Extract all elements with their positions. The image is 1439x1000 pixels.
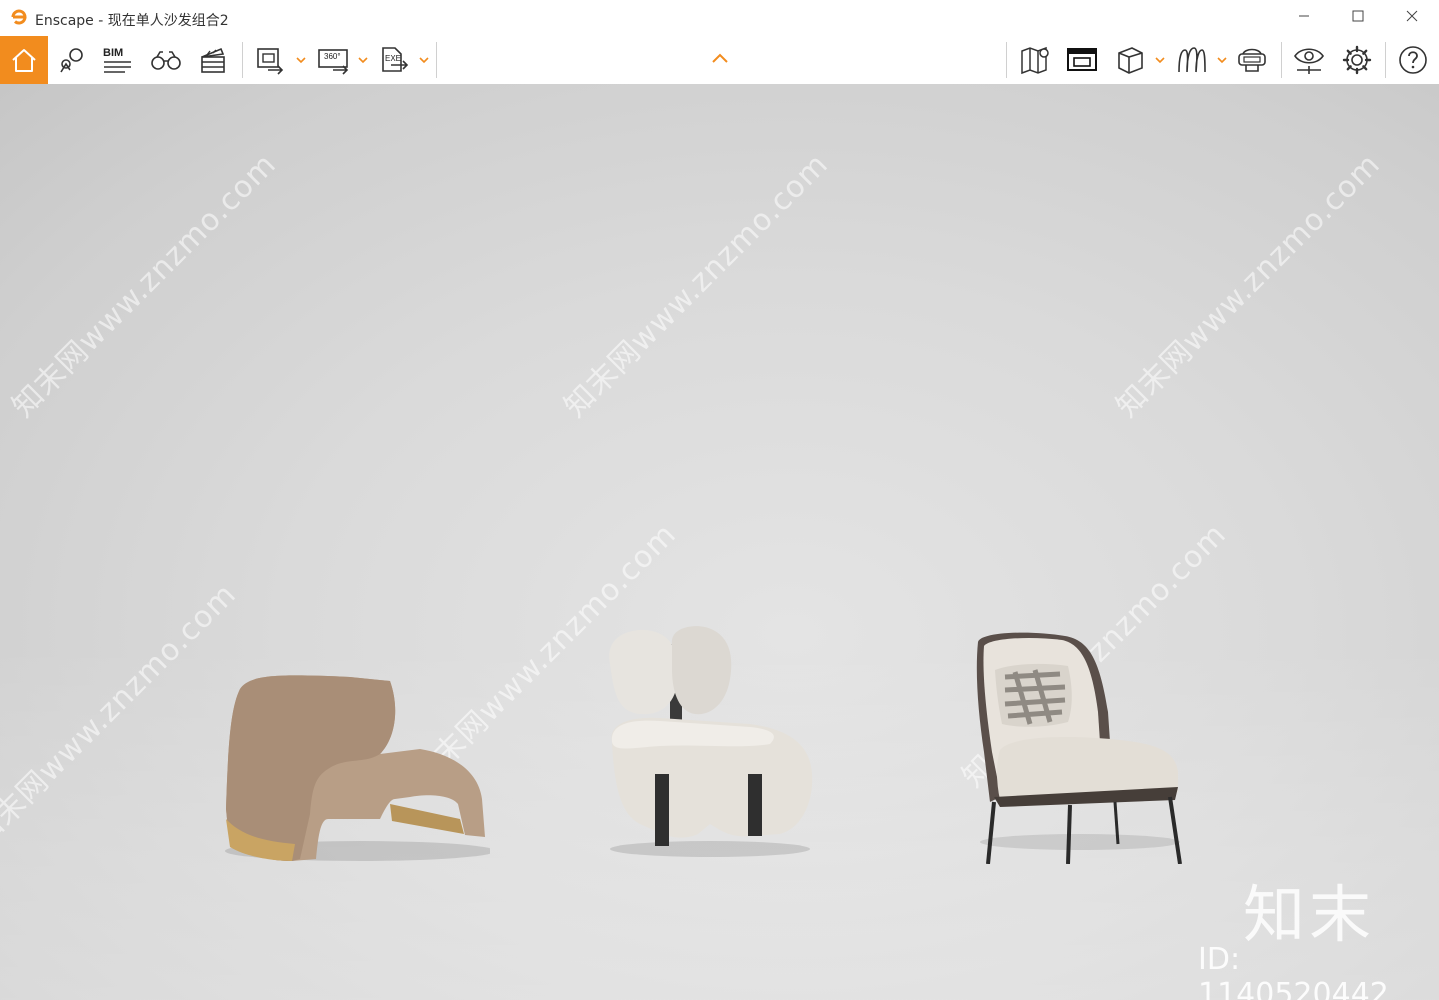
exe-export-icon: EXE (379, 45, 409, 75)
video-editor-button[interactable] (193, 36, 233, 84)
panorama-label: 360° (324, 52, 341, 61)
render-viewport[interactable]: 知末网www.znzmo.com 知末网www.znzmo.com 知末网www… (0, 84, 1439, 1000)
maximize-icon (1352, 9, 1364, 27)
binoculars-icon (149, 48, 183, 72)
toolbar-separator (242, 42, 243, 78)
map-icon (1019, 44, 1053, 76)
visual-settings-icon (1292, 44, 1326, 76)
exe-label: EXE (385, 54, 402, 63)
enscape-logo-icon (10, 8, 28, 26)
asset-library-dropdown[interactable] (1217, 36, 1227, 84)
cube-icon (1114, 44, 1146, 76)
image-id-watermark: ID: 1140520442 (1198, 942, 1389, 1000)
toolbar-separator (1281, 42, 1282, 78)
map-button[interactable] (1016, 36, 1056, 84)
chevron-down-icon (296, 51, 306, 69)
batch-render-icon (254, 45, 286, 75)
brand-watermark: 知末 (1243, 878, 1376, 951)
bim-mode-button[interactable]: BIM (98, 36, 138, 84)
navigation-pin-icon (56, 44, 88, 76)
visual-settings-button[interactable] (1289, 36, 1329, 84)
exe-export-button[interactable]: EXE (376, 36, 412, 84)
chevron-down-icon (1155, 51, 1165, 69)
panorama-360-icon: 360° (317, 45, 351, 75)
panorama-dropdown[interactable] (358, 36, 368, 84)
help-button[interactable] (1393, 36, 1433, 84)
close-icon (1406, 9, 1418, 27)
maximize-button[interactable] (1331, 0, 1385, 36)
chevron-down-icon (1217, 51, 1227, 69)
panorama-button[interactable]: 360° (314, 36, 354, 84)
watermark-text: 知末网www.znzmo.com (557, 146, 836, 425)
home-icon (9, 45, 39, 75)
watermark-text: 知末网www.znzmo.com (5, 146, 284, 425)
navigation-button[interactable] (52, 36, 92, 84)
walk-mode-button[interactable] (146, 36, 186, 84)
toolbar-separator (436, 42, 437, 78)
bim-icon: BIM (103, 47, 133, 73)
grey-accent-chair-with-cushion[interactable] (970, 632, 1190, 864)
asset-library-icon (1175, 44, 1209, 76)
close-button[interactable] (1385, 0, 1439, 36)
settings-button[interactable] (1337, 36, 1377, 84)
collapse-toolbar-button[interactable] (711, 36, 729, 84)
tan-lounge-chair[interactable] (220, 669, 490, 864)
window-title: Enscape - 现在单人沙发组合2 (35, 13, 229, 29)
bim-label: BIM (103, 47, 124, 59)
vr-headset-icon (1235, 45, 1269, 75)
batch-render-button[interactable] (252, 36, 288, 84)
views-icon (1066, 46, 1098, 74)
batch-render-dropdown[interactable] (296, 36, 306, 84)
vr-headset-button[interactable] (1232, 36, 1272, 84)
main-toolbar: BIM 360° EXE (0, 36, 1439, 85)
views-button[interactable] (1062, 36, 1102, 84)
objects-dropdown[interactable] (1155, 36, 1165, 84)
home-button[interactable] (0, 36, 48, 84)
minimize-icon (1298, 9, 1310, 27)
objects-button[interactable] (1110, 36, 1150, 84)
chevron-up-icon (711, 51, 729, 69)
exe-export-dropdown[interactable] (419, 36, 429, 84)
white-boucle-chair[interactable] (600, 624, 815, 859)
toolbar-separator (1006, 42, 1007, 78)
title-bar: Enscape - 现在单人沙发组合2 (0, 0, 1439, 36)
toolbar-separator (1385, 42, 1386, 78)
settings-gear-icon (1341, 44, 1373, 76)
clapperboard-icon (199, 45, 227, 75)
chevron-down-icon (358, 51, 368, 69)
help-icon (1397, 44, 1429, 76)
minimize-button[interactable] (1277, 0, 1331, 36)
chevron-down-icon (419, 51, 429, 69)
asset-library-button[interactable] (1172, 36, 1212, 84)
watermark-text: 知末网www.znzmo.com (1109, 146, 1388, 425)
